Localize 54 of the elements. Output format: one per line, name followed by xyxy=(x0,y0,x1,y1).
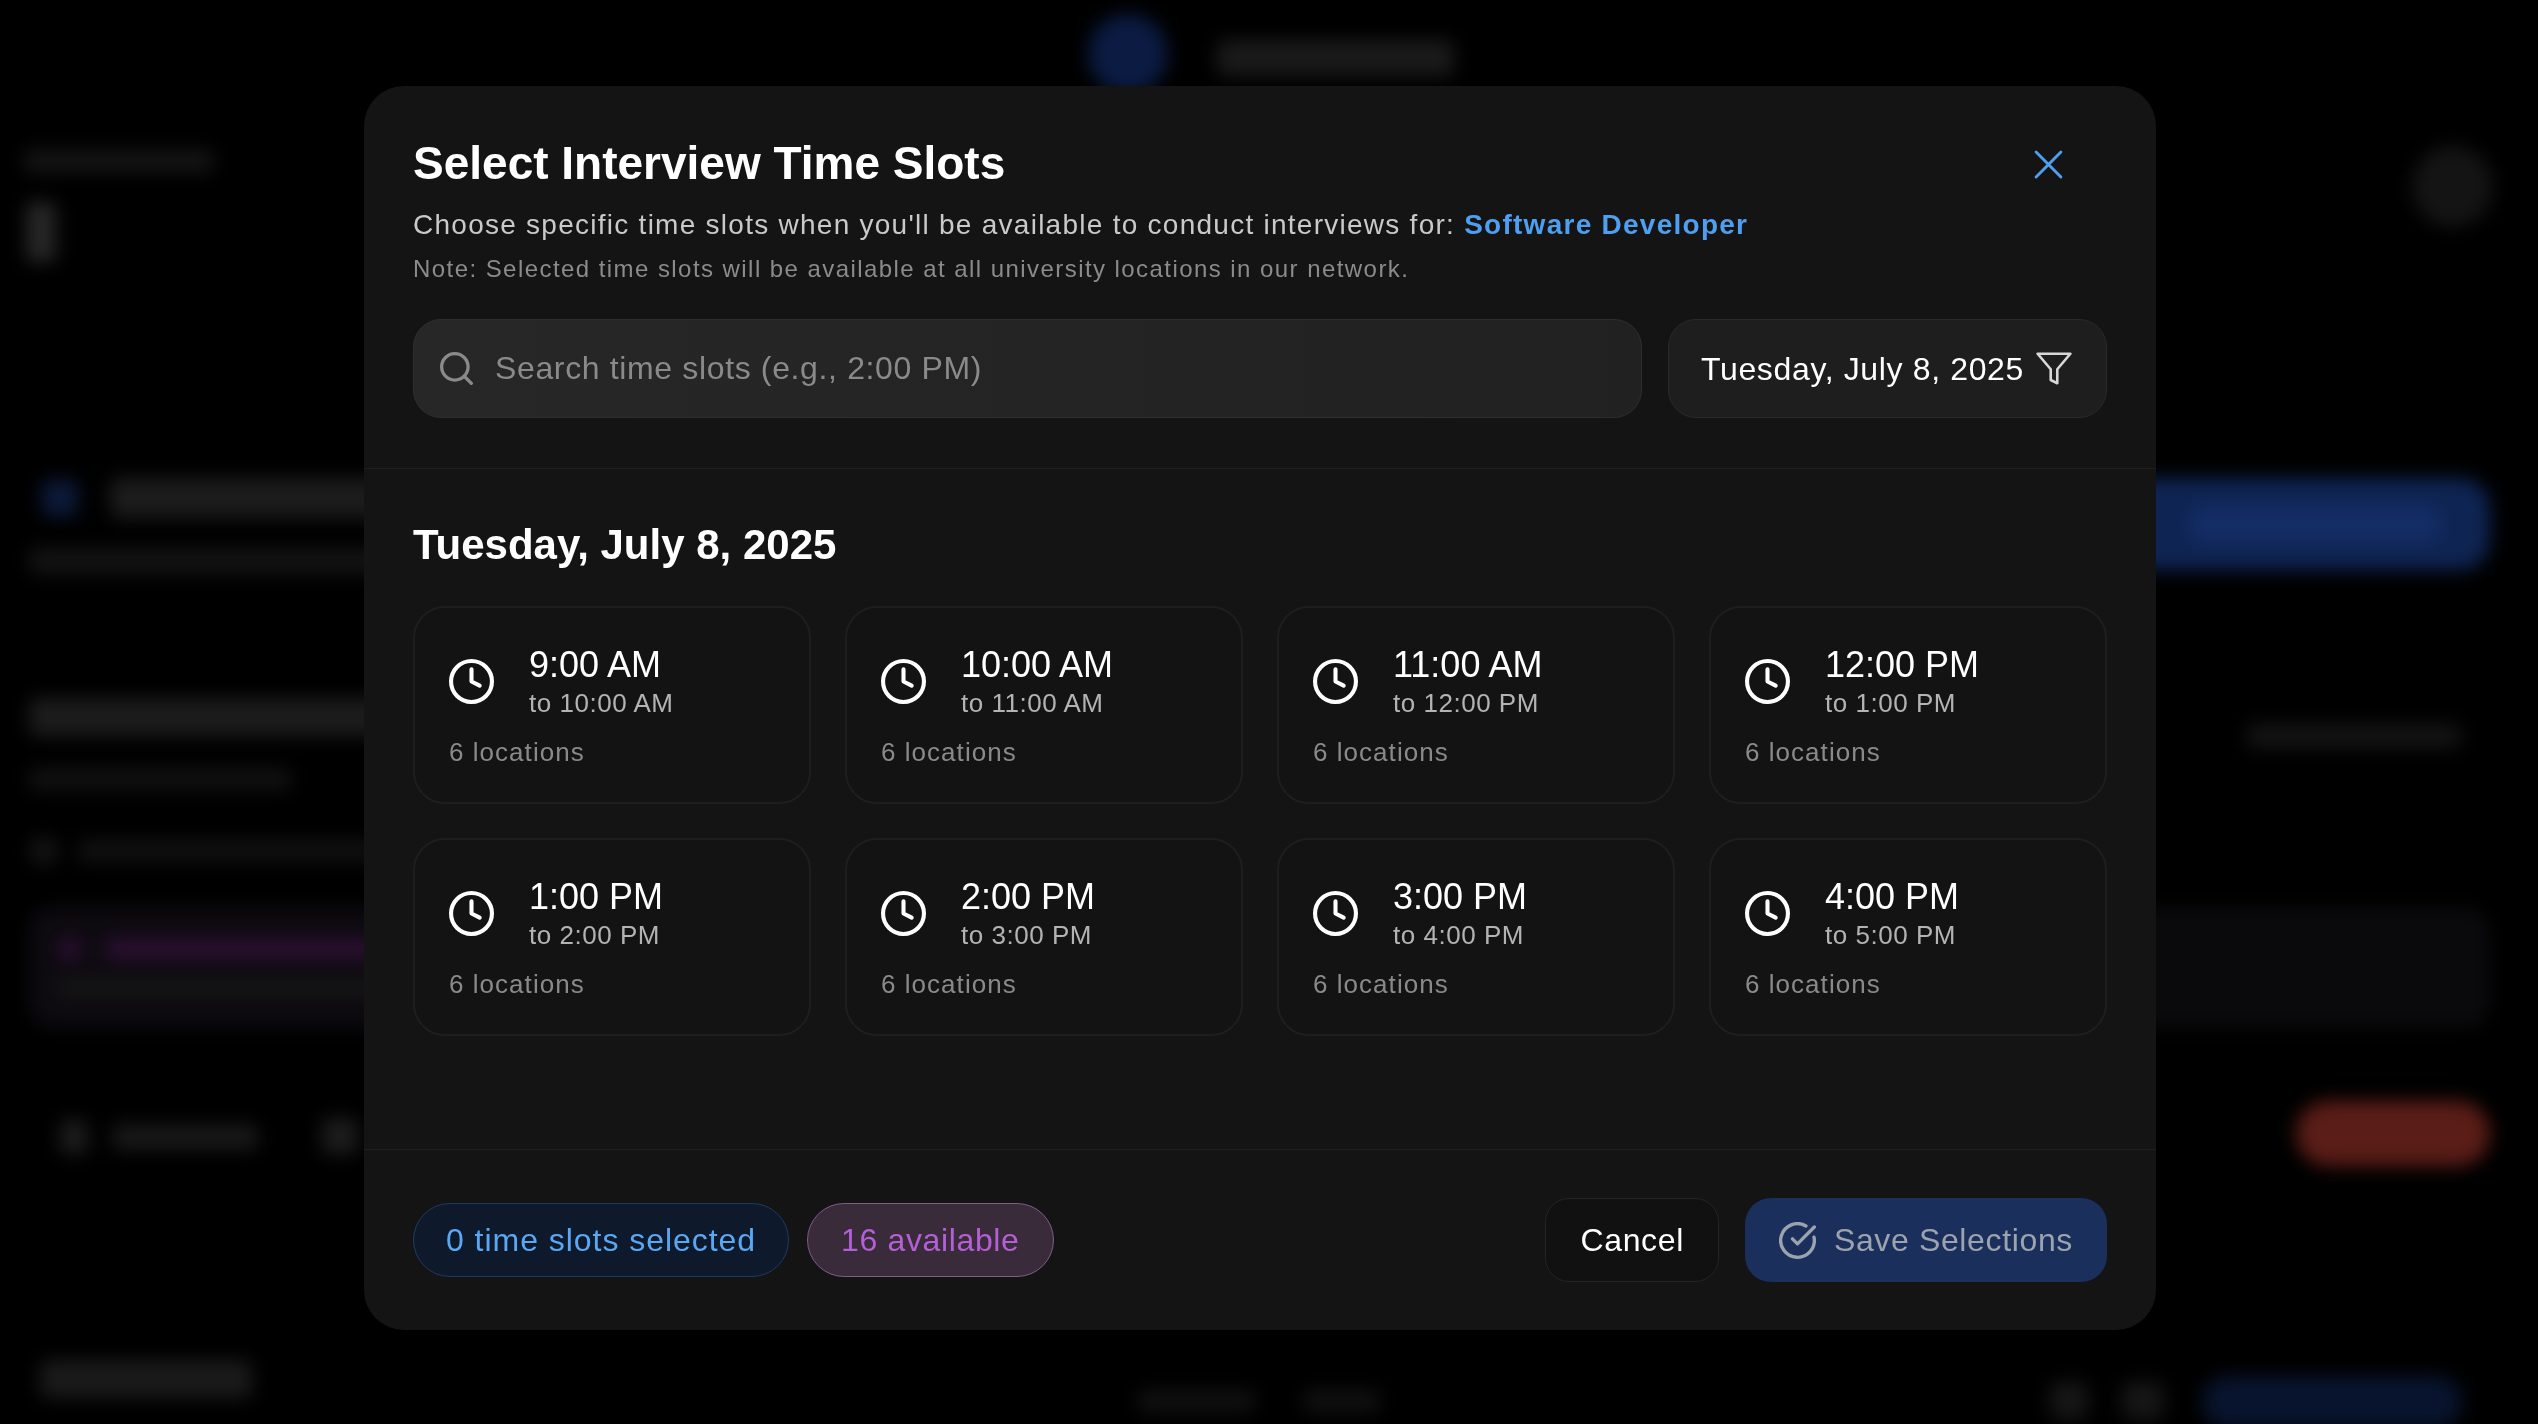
close-button[interactable] xyxy=(2034,150,2063,179)
clock-icon xyxy=(1313,658,1358,704)
slot-end-time: to 1:00 PM xyxy=(1825,687,1957,719)
time-slot-card[interactable]: 11:00 AM to 12:00 PM 6 locations xyxy=(1277,606,1675,804)
time-slot-card[interactable]: 4:00 PM to 5:00 PM 6 locations xyxy=(1709,838,2107,1036)
day-heading: Tuesday, July 8, 2025 xyxy=(413,520,837,570)
slot-start-time: 11:00 AM xyxy=(1393,643,1543,687)
clock-icon xyxy=(449,890,494,936)
time-slot-card[interactable]: 3:00 PM to 4:00 PM 6 locations xyxy=(1277,838,1675,1036)
cancel-button[interactable]: Cancel xyxy=(1545,1198,1719,1282)
time-slot-card[interactable]: 2:00 PM to 3:00 PM 6 locations xyxy=(845,838,1243,1036)
slot-start-time: 10:00 AM xyxy=(961,643,1114,687)
slot-end-time: to 12:00 PM xyxy=(1393,687,1540,719)
slot-start-time: 12:00 PM xyxy=(1825,643,1980,687)
filter-icon xyxy=(2036,352,2072,385)
slot-locations: 6 locations xyxy=(1313,968,1449,1000)
slot-end-time: to 2:00 PM xyxy=(529,919,661,951)
slot-start-time: 3:00 PM xyxy=(1393,875,1528,919)
time-slot-card[interactable]: 9:00 AM to 10:00 AM 6 locations xyxy=(413,606,811,804)
date-filter-button[interactable]: Tuesday, July 8, 2025 xyxy=(1668,319,2107,418)
slot-locations: 6 locations xyxy=(1313,736,1449,768)
dialog-note: Note: Selected time slots will be available at all university locations in our network. xyxy=(413,254,1410,284)
search-icon xyxy=(440,352,473,385)
clock-icon xyxy=(1745,890,1790,936)
available-count-badge: 16 available xyxy=(807,1203,1054,1277)
slot-start-time: 1:00 PM xyxy=(529,875,664,919)
time-slot-card[interactable]: 10:00 AM to 11:00 AM 6 locations xyxy=(845,606,1243,804)
clock-icon xyxy=(881,658,926,704)
slot-locations: 6 locations xyxy=(449,968,585,1000)
dialog-title: Select Interview Time Slots xyxy=(413,136,1006,190)
check-circle-icon xyxy=(1778,1221,1816,1259)
time-slot-card[interactable]: 12:00 PM to 1:00 PM 6 locations xyxy=(1709,606,2107,804)
slot-locations: 6 locations xyxy=(449,736,585,768)
time-slot-card[interactable]: 1:00 PM to 2:00 PM 6 locations xyxy=(413,838,811,1036)
close-icon xyxy=(2034,150,2063,179)
slot-end-time: to 4:00 PM xyxy=(1393,919,1525,951)
dialog-description: Choose specific time slots when you'll be available to conduct interviews for: Software Developer xyxy=(413,208,1749,242)
slot-end-time: to 3:00 PM xyxy=(961,919,1093,951)
slot-end-time: to 10:00 AM xyxy=(529,687,674,719)
slot-end-time: to 5:00 PM xyxy=(1825,919,1957,951)
selection-count-badge: 0 time slots selected xyxy=(413,1203,790,1277)
slot-start-time: 9:00 AM xyxy=(529,643,663,687)
slot-locations: 6 locations xyxy=(881,736,1017,768)
clock-icon xyxy=(1745,658,1790,704)
search-field[interactable]: Search time slots (e.g., 2:00 PM) xyxy=(413,319,1642,418)
slot-start-time: 2:00 PM xyxy=(961,875,1096,919)
clock-icon xyxy=(1313,890,1358,936)
clock-icon xyxy=(449,658,494,704)
slot-locations: 6 locations xyxy=(881,968,1017,1000)
clock-icon xyxy=(881,890,926,936)
slot-locations: 6 locations xyxy=(1745,736,1881,768)
slot-start-time: 4:00 PM xyxy=(1825,875,1960,919)
slot-end-time: to 11:00 AM xyxy=(961,687,1105,719)
slot-locations: 6 locations xyxy=(1745,968,1881,1000)
